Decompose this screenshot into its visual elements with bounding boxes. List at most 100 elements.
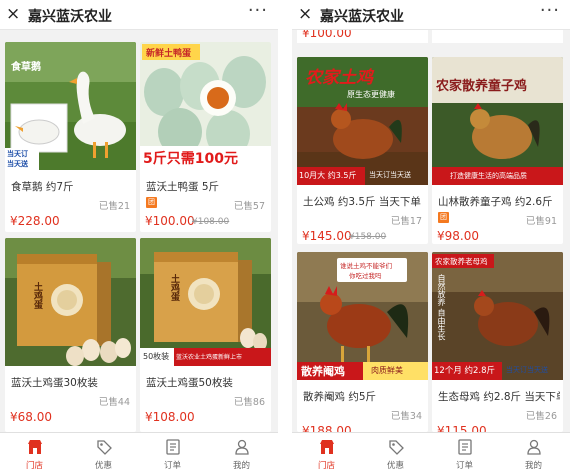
product-image: 食草鹅 当天订 当天送 [5, 42, 136, 170]
bottom-tab-bar: 门店 优惠 订单 我的 [292, 432, 570, 472]
product-card[interactable]: 土鸡蛋 50枚装 蓝沃农业土鸡蛋新鲜上市 蓝沃土鸡蛋50枚装 已售86 ¥108… [140, 238, 271, 432]
shop-title: 嘉兴蓝沃农业 [320, 9, 404, 25]
product-name: 散养阉鸡 约5斤 [303, 391, 377, 403]
product-price: ¥68.00 [10, 410, 52, 424]
close-icon[interactable]: × [298, 4, 312, 24]
image-caption: 农家土鸡 [305, 68, 373, 88]
image-caption: 农家散养童子鸡 [436, 79, 528, 94]
sold-count: 已售26 [525, 411, 557, 422]
image-caption: 自然放养 自由生长 [437, 274, 446, 341]
sold-count: 已售44 [98, 397, 130, 408]
product-price: ¥228.00 [10, 214, 60, 228]
shop-title: 嘉兴蓝沃农业 [28, 9, 112, 25]
coupon-tag-icon [97, 440, 112, 455]
tab-profile[interactable]: 我的 [207, 433, 276, 472]
image-caption: 12个月 约2.8斤 [434, 366, 496, 376]
product-card[interactable]: 谁说土鸡不能爷们 你吃过我吗 散养阉鸡 肉质鲜美 散养阉鸡 约5斤 已售34 ¥… [297, 252, 428, 432]
image-caption: 土鸡蛋 [169, 274, 179, 301]
product-card[interactable]: 农家散养老母鸡 自然放养 自由生长 12个月 约2.8斤 当天订当天送 生态母鸡… [432, 252, 563, 432]
product-image: 土鸡蛋 50枚装 蓝沃农业土鸡蛋新鲜上市 [140, 238, 271, 366]
screenshot-canvas: × 嘉兴蓝沃农业 ··· 食草鹅 当天订 当天送 食草鹅 约7斤 已售21 ¥2… [0, 0, 570, 472]
product-card[interactable]: 土鸡蛋 蓝沃土鸡蛋30枚装 已售44 ¥68.00 [5, 238, 136, 432]
phone-screen-right: × 嘉兴蓝沃农业 ··· ¥100.00 农家土鸡 原生态更健康 10月大 约3… [292, 0, 570, 472]
tab-orders[interactable]: 订单 [430, 433, 499, 472]
product-image: 农家土鸡 原生态更健康 10月大 约3.5斤 当天订当天送 [297, 57, 428, 185]
product-price: ¥108.00 [145, 410, 195, 424]
product-price: ¥115.00 [437, 424, 487, 432]
sold-count: 已售91 [525, 216, 557, 227]
sold-count: 已售34 [390, 411, 422, 422]
image-caption: 当天订当天送 [506, 366, 548, 374]
original-price: ¥108.00 [192, 217, 230, 227]
app-header: × 嘉兴蓝沃农业 ··· [0, 0, 278, 30]
product-price: ¥98.00 [437, 229, 479, 243]
product-name: 山林散养童子鸡 约2.6斤 [438, 196, 553, 208]
group-buy-tag: 团 [438, 212, 449, 223]
product-card[interactable]: 食草鹅 当天订 当天送 食草鹅 约7斤 已售21 ¥228.00 [5, 42, 136, 232]
phone-screen-left: × 嘉兴蓝沃农业 ··· 食草鹅 当天订 当天送 食草鹅 约7斤 已售21 ¥2… [0, 0, 278, 472]
image-caption: 新鲜土鸭蛋 [146, 49, 192, 59]
product-card[interactable]: 农家土鸡 原生态更健康 10月大 约3.5斤 当天订当天送 土公鸡 约3.5斤 … [297, 57, 428, 244]
image-caption: 50枚装 [143, 352, 170, 361]
tab-coupons[interactable]: 优惠 [69, 433, 138, 472]
product-price: ¥100.00 [145, 214, 195, 228]
product-name: 蓝沃土鸡蛋50枚装 [146, 377, 233, 389]
product-name: 食草鹅 约7斤 [11, 181, 74, 193]
image-caption: 当天订当天送 [369, 171, 411, 179]
image-caption: 你吃过我吗 [349, 272, 382, 280]
tab-label: 订单 [455, 461, 473, 471]
image-caption: 打造健康生活的高端品质 [450, 172, 527, 180]
product-card[interactable]: 新鲜土鸭蛋 5斤只需100元 蓝沃土鸭蛋 5斤 团 已售57 ¥100.00 ¥… [140, 42, 271, 232]
tab-profile[interactable]: 我的 [499, 433, 568, 472]
product-image: 谁说土鸡不能爷们 你吃过我吗 散养阉鸡 肉质鲜美 [297, 252, 428, 380]
order-list-icon [458, 439, 472, 455]
sold-count: 已售17 [390, 216, 422, 227]
product-feed: 食草鹅 当天订 当天送 食草鹅 约7斤 已售21 ¥228.00 新鲜土鸭蛋 5… [0, 30, 278, 432]
sold-count: 已售86 [233, 397, 265, 408]
profile-icon [235, 439, 249, 455]
image-caption: 食草鹅 [11, 62, 41, 73]
sold-count: 已售57 [233, 201, 265, 212]
more-options-icon[interactable]: ··· [540, 1, 560, 21]
profile-icon [527, 439, 541, 455]
tab-label: 门店 [25, 461, 43, 471]
original-price: ¥158.00 [349, 232, 387, 242]
tab-label: 订单 [163, 461, 181, 471]
image-caption: 10月大 约3.5斤 [299, 171, 357, 180]
image-caption: 当天订 [7, 150, 28, 158]
group-buy-tag: 团 [146, 197, 157, 208]
close-icon[interactable]: × [6, 4, 20, 24]
order-list-icon [166, 439, 180, 455]
image-caption: 蓝沃农业土鸡蛋新鲜上市 [176, 354, 243, 361]
image-caption: 5斤只需100元 [143, 151, 238, 167]
more-options-icon[interactable]: ··· [248, 1, 268, 21]
tab-coupons[interactable]: 优惠 [361, 433, 430, 472]
product-image: 农家散养老母鸡 自然放养 自由生长 12个月 约2.8斤 当天订当天送 [432, 252, 563, 380]
tab-label: 我的 [524, 461, 542, 471]
product-name: 蓝沃土鸭蛋 5斤 [146, 181, 220, 193]
image-caption: 土鸡蛋 [32, 282, 42, 309]
bottom-tab-bar: 门店 优惠 订单 我的 [0, 432, 278, 472]
product-price: ¥188.00 [302, 424, 352, 432]
tab-label: 我的 [232, 461, 250, 471]
product-card[interactable]: 农家散养童子鸡 打造健康生活的高端品质 山林散养童子鸡 约2.6斤 团 已售91… [432, 57, 563, 244]
image-caption: 农家散养老母鸡 [435, 257, 488, 266]
product-card-partial[interactable]: ¥100.00 [297, 30, 428, 43]
tab-label: 门店 [317, 461, 335, 471]
product-card-partial[interactable] [432, 30, 563, 43]
tab-store[interactable]: 门店 [292, 433, 361, 472]
tab-store[interactable]: 门店 [0, 433, 69, 472]
tab-label: 优惠 [386, 461, 404, 471]
coupon-tag-icon [389, 440, 404, 455]
image-caption: 当天送 [7, 160, 28, 168]
app-header: × 嘉兴蓝沃农业 ··· [292, 0, 570, 30]
image-caption: 谁说土鸡不能爷们 [340, 262, 392, 270]
store-icon [28, 440, 42, 454]
product-price: ¥100.00 [302, 30, 352, 40]
product-image: 新鲜土鸭蛋 5斤只需100元 [140, 42, 271, 170]
product-name: 生态母鸡 约2.8斤 当天下单 [438, 391, 560, 403]
sold-count: 已售21 [98, 201, 130, 212]
image-caption: 散养阉鸡 [301, 365, 345, 378]
product-price: ¥145.00 [302, 229, 352, 243]
tab-orders[interactable]: 订单 [138, 433, 207, 472]
